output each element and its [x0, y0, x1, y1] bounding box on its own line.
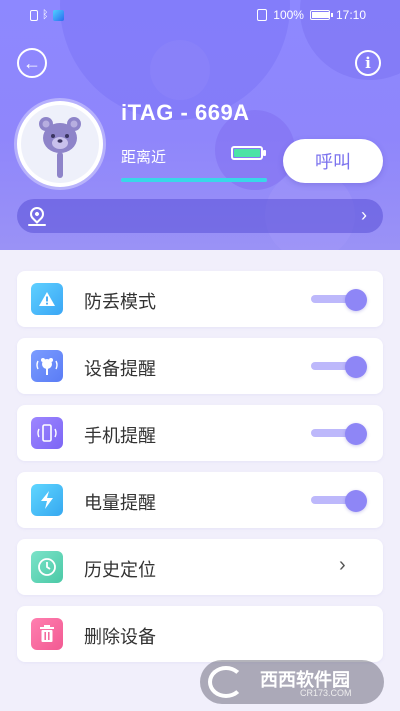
setting-battery-alert[interactable]: 电量提醒 — [17, 472, 383, 528]
phone-alert-icon — [31, 417, 63, 449]
bluetooth-icon: ᛒ — [42, 9, 49, 21]
chevron-right-icon: › — [361, 205, 367, 225]
setting-anti-lost[interactable]: 防丢模式 — [17, 271, 383, 327]
location-pin-icon — [27, 204, 47, 224]
device-alert-icon — [31, 350, 63, 382]
setting-location-history[interactable]: 历史定位 › — [17, 539, 383, 595]
info-icon: i — [365, 54, 371, 72]
arrow-left-icon: ← — [23, 53, 41, 73]
watermark: 西西软件园 CR173.COM — [200, 660, 384, 704]
clock-time: 17:10 — [335, 8, 366, 22]
device-alert-toggle[interactable] — [311, 356, 367, 378]
bear-tag-icon — [39, 117, 81, 178]
trash-icon — [31, 618, 63, 650]
setting-label: 手机提醒 — [84, 426, 156, 446]
device-battery-icon — [231, 146, 266, 160]
chevron-right-icon: › — [339, 554, 346, 576]
watermark-sub: CR173.COM — [300, 688, 352, 698]
phone-alert-toggle[interactable] — [311, 423, 367, 445]
setting-label: 设备提醒 — [84, 359, 156, 379]
setting-phone-alert[interactable]: 手机提醒 — [17, 405, 383, 461]
battery-icon — [309, 10, 333, 20]
distance-label: 距离近 — [121, 149, 167, 166]
device-avatar[interactable] — [17, 101, 103, 187]
status-bar: ᛒ 100% 17:10 — [0, 0, 400, 32]
anti-lost-toggle[interactable] — [311, 289, 367, 311]
setting-label: 防丢模式 — [84, 292, 156, 312]
call-button[interactable]: 呼叫 — [283, 139, 383, 183]
info-button[interactable]: i — [355, 50, 381, 76]
battery-alert-toggle[interactable] — [311, 490, 367, 512]
device-header: ᛒ 100% 17:10 ← i iTAG - 669A 距离近 呼叫 › — [0, 0, 400, 250]
signal-strength-bar — [121, 178, 267, 182]
back-button[interactable]: ← — [17, 48, 47, 78]
setting-device-alert[interactable]: 设备提醒 — [17, 338, 383, 394]
warning-icon — [31, 283, 63, 315]
clock-icon — [31, 551, 63, 583]
lightning-icon — [31, 484, 63, 516]
device-name: iTAG - 669A — [121, 100, 250, 125]
setting-label: 删除设备 — [84, 627, 156, 647]
setting-label: 电量提醒 — [84, 493, 156, 513]
sim-icon — [30, 9, 38, 21]
app-notification-icon — [52, 9, 64, 21]
setting-label: 历史定位 — [84, 560, 156, 580]
watermark-logo — [208, 666, 244, 698]
battery-percent: 100% — [273, 8, 304, 22]
setting-delete-device[interactable]: 删除设备 — [17, 606, 383, 662]
decor-bubble — [150, 40, 210, 100]
vibrate-icon — [257, 9, 268, 21]
location-bar[interactable]: › — [17, 199, 383, 233]
